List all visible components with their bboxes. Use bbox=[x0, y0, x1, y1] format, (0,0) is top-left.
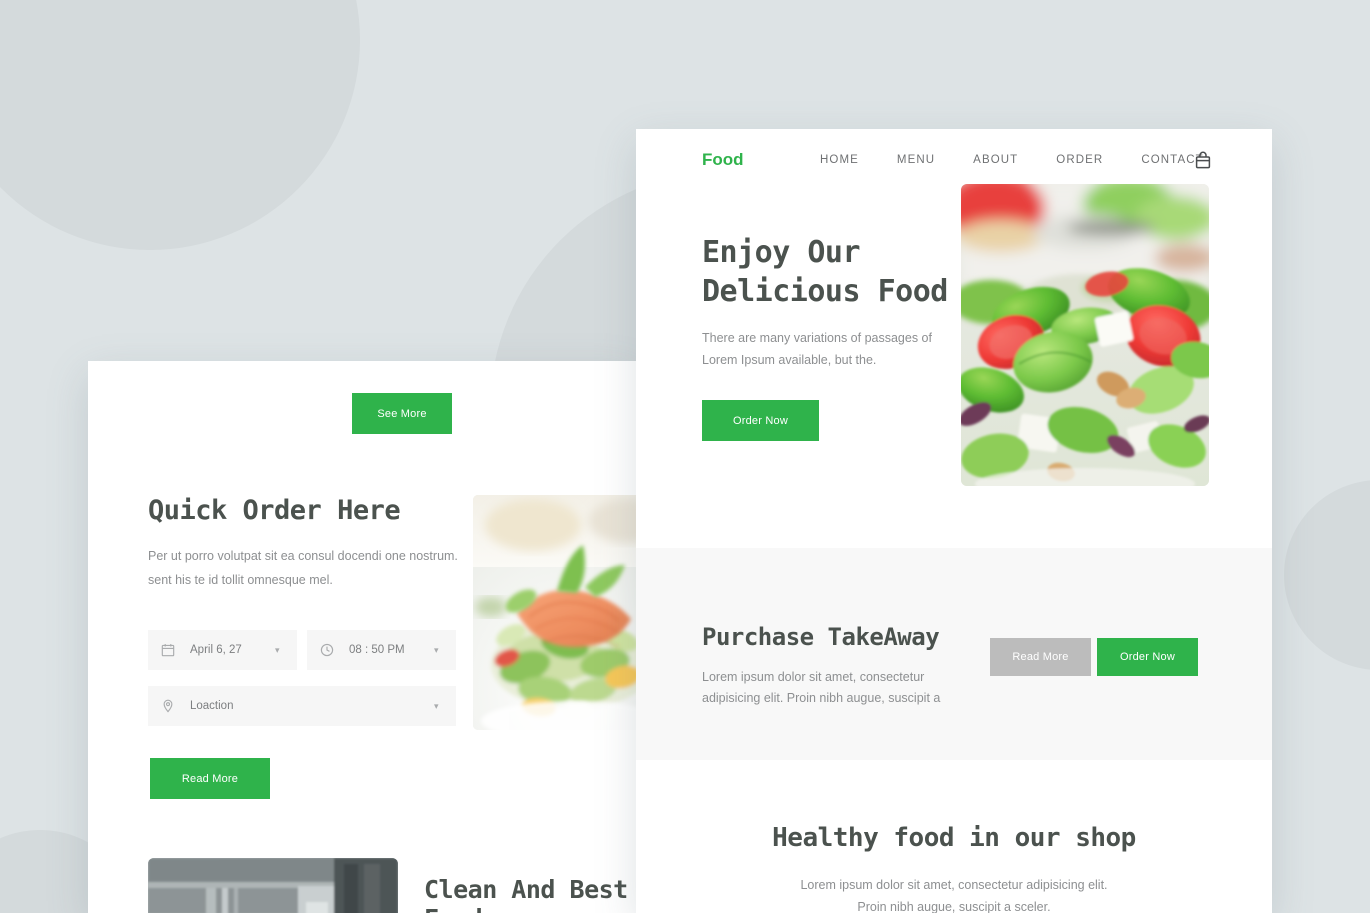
location-select-field[interactable]: Loaction ▾ bbox=[148, 686, 456, 726]
hero-salad-photo bbox=[961, 184, 1209, 486]
see-more-container: See More bbox=[352, 393, 452, 434]
takeaway-read-more-button[interactable]: Read More bbox=[990, 638, 1091, 676]
calendar-icon bbox=[160, 642, 176, 658]
takeaway-order-now-button[interactable]: Order Now bbox=[1097, 638, 1198, 676]
nav-item-order[interactable]: ORDER bbox=[1056, 154, 1103, 166]
navbar: Food HOME MENU ABOUT ORDER CONTACT bbox=[636, 129, 1272, 191]
healthy-food-description: Lorem ipsum dolor sit amet, consectetur … bbox=[800, 878, 1108, 913]
chevron-down-icon: ▾ bbox=[434, 700, 439, 711]
takeaway-title: Purchase TakeAway bbox=[702, 623, 940, 651]
time-select-field[interactable]: 08 : 50 PM ▾ bbox=[307, 630, 456, 670]
hero-description: There are many variations of passages of… bbox=[702, 331, 932, 367]
chevron-down-icon: ▾ bbox=[434, 644, 439, 655]
map-pin-icon bbox=[160, 698, 176, 714]
clock-icon bbox=[319, 642, 335, 658]
quick-order-title: Quick Order Here bbox=[148, 495, 401, 526]
decorative-circle-top-left bbox=[0, 0, 360, 250]
kitchen-photo bbox=[148, 858, 398, 913]
shopping-bag-icon[interactable] bbox=[1192, 149, 1214, 171]
date-select-field[interactable]: April 6, 27 ▾ bbox=[148, 630, 297, 670]
clean-and-best-food-title: Clean And Best Food bbox=[424, 875, 628, 913]
healthy-food-title: Healthy food in our shop bbox=[772, 823, 1136, 853]
time-value: 08 : 50 PM bbox=[349, 644, 405, 656]
quick-order-description: Per ut porro volutpat sit ea consul doce… bbox=[148, 549, 458, 587]
location-value: Loaction bbox=[190, 700, 234, 712]
brand-logo[interactable]: Food bbox=[702, 150, 744, 170]
left-mockup-panel: See More Quick Order Here Per ut porro v… bbox=[88, 361, 637, 913]
date-value: April 6, 27 bbox=[190, 644, 242, 656]
salmon-dish-photo bbox=[473, 495, 637, 730]
nav-links: HOME MENU ABOUT ORDER CONTACT bbox=[820, 154, 1204, 166]
see-more-button[interactable]: See More bbox=[352, 393, 452, 434]
decorative-circle-right bbox=[1284, 480, 1370, 670]
right-mockup-panel: Food HOME MENU ABOUT ORDER CONTACT Enjoy… bbox=[636, 129, 1272, 913]
hero-title: Enjoy Our Delicious Food bbox=[702, 235, 948, 309]
takeaway-description: Lorem ipsum dolor sit amet, consectetur … bbox=[702, 670, 941, 705]
read-more-button[interactable]: Read More bbox=[150, 758, 270, 799]
chevron-down-icon: ▾ bbox=[275, 644, 280, 655]
nav-item-home[interactable]: HOME bbox=[820, 154, 859, 166]
nav-item-menu[interactable]: MENU bbox=[897, 154, 935, 166]
page-canvas: See More Quick Order Here Per ut porro v… bbox=[0, 0, 1370, 913]
hero-order-now-button[interactable]: Order Now bbox=[702, 400, 819, 441]
nav-item-about[interactable]: ABOUT bbox=[973, 154, 1018, 166]
